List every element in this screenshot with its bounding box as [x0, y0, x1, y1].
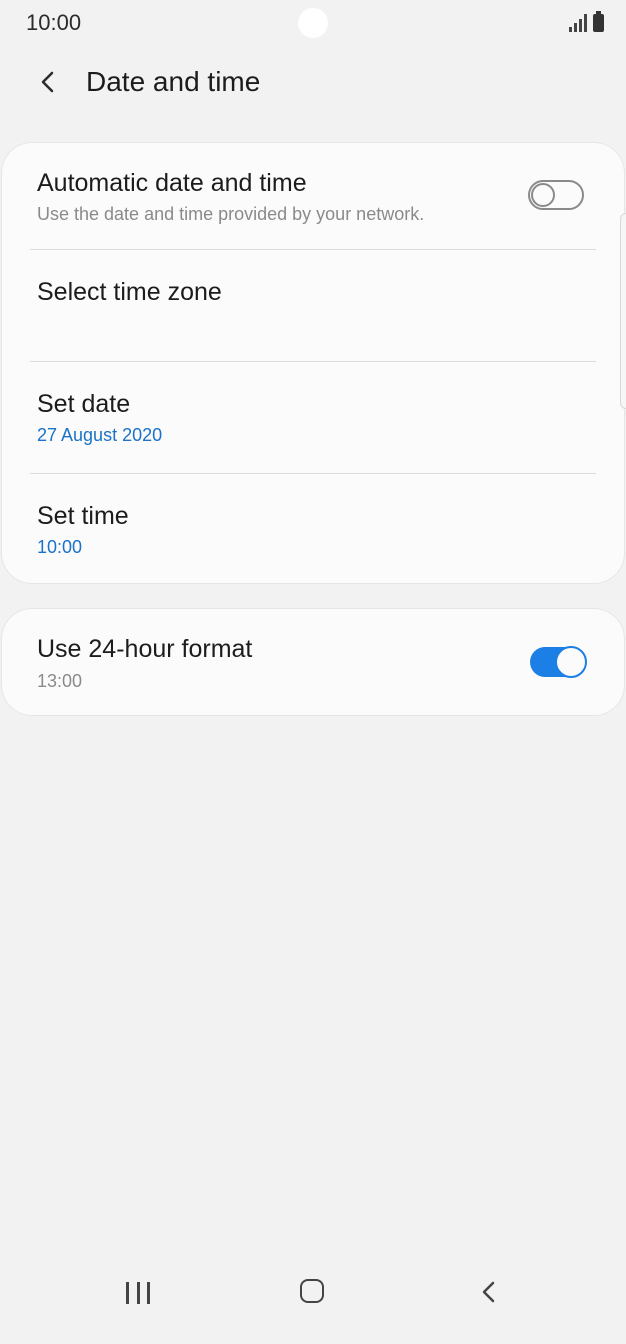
setting-title: Use 24-hour format — [37, 635, 253, 663]
setting-title: Select time zone — [37, 278, 222, 306]
set-date-value: 27 August 2020 — [37, 425, 163, 445]
settings-card-date-time: Automatic date and time Use the date and… — [2, 143, 624, 583]
setting-set-date[interactable]: Set date 27 August 2020 — [2, 362, 624, 473]
setting-24-hour-format[interactable]: Use 24-hour format 13:00 — [2, 609, 624, 715]
back-button[interactable] — [30, 64, 66, 100]
navigation-bar — [0, 1264, 626, 1344]
settings-card-format: Use 24-hour format 13:00 — [2, 609, 624, 715]
set-time-value: 10:00 — [37, 537, 83, 557]
setting-set-time[interactable]: Set time 10:00 — [2, 474, 624, 583]
back-icon[interactable] — [478, 1278, 500, 1306]
recents-icon[interactable] — [126, 1282, 150, 1304]
setting-select-time-zone[interactable]: Select time zone — [2, 250, 624, 361]
header: Date and time — [0, 58, 626, 108]
home-icon[interactable] — [300, 1279, 324, 1303]
battery-icon — [593, 11, 604, 32]
status-icons — [569, 11, 604, 32]
setting-title: Set date — [37, 390, 131, 418]
toggle-knob — [531, 183, 555, 207]
status-bar: 10:00 — [0, 0, 626, 48]
automatic-date-time-toggle[interactable] — [528, 180, 584, 210]
status-time: 10:00 — [26, 10, 82, 35]
setting-subtitle: Use the date and time provided by your n… — [37, 204, 425, 224]
page-title: Date and time — [86, 66, 261, 97]
format-24h-value: 13:00 — [37, 671, 83, 691]
signal-icon — [569, 12, 587, 32]
24-hour-format-toggle[interactable] — [530, 646, 587, 678]
setting-title: Automatic date and time — [37, 169, 307, 197]
camera-hole — [298, 8, 328, 38]
setting-title: Set time — [37, 502, 129, 530]
chevron-left-icon — [41, 71, 54, 93]
toggle-knob — [555, 646, 587, 678]
scroll-indicator[interactable] — [620, 213, 626, 409]
setting-automatic-date-time[interactable]: Automatic date and time Use the date and… — [2, 143, 624, 249]
